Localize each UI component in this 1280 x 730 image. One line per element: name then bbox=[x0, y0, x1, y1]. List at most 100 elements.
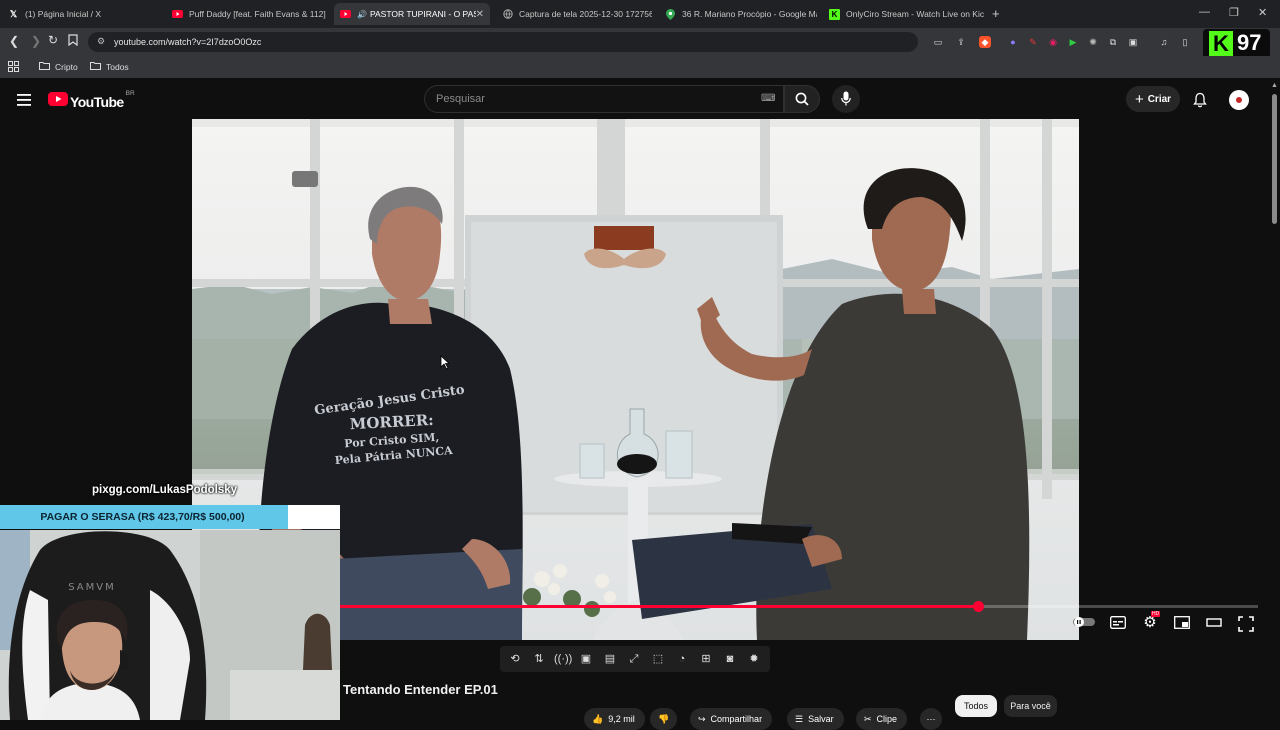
video-progress-bar[interactable] bbox=[340, 601, 1258, 612]
bookmarks-bar: Cripto Todos bbox=[0, 56, 1280, 78]
gear-icon[interactable]: ✹ bbox=[746, 651, 762, 667]
thumbs-up-icon: 👍 bbox=[592, 713, 604, 724]
tab-title: 36 R. Mariano Procópio - Google Ma bbox=[682, 9, 817, 19]
extension-icon-3[interactable]: ◉ bbox=[1047, 36, 1059, 48]
search-box: ⌨ bbox=[424, 85, 784, 113]
camera-icon[interactable]: ◙ bbox=[722, 651, 738, 667]
forward-icon[interactable]: ❯ bbox=[31, 34, 41, 48]
extensions-puzzle-icon[interactable]: ⧉ bbox=[1107, 36, 1119, 48]
brave-shield-icon[interactable]: ◆ bbox=[979, 36, 991, 48]
screen-record-icon[interactable]: ▣ bbox=[578, 651, 594, 667]
tab-title: (1) Página Inicial / X bbox=[25, 9, 102, 19]
scrubber-handle[interactable] bbox=[973, 601, 984, 612]
url-bar[interactable]: ⚙ youtube.com/watch?v=2I7dzoO0Ozc bbox=[88, 32, 918, 52]
theater-mode-icon[interactable] bbox=[1205, 616, 1223, 632]
extension-icon-4[interactable]: ▶ bbox=[1067, 36, 1079, 48]
chair-logo-text: SAMVM bbox=[68, 582, 115, 593]
tab-kick-stream[interactable]: K OnlyCiro Stream - Watch Live on Kick bbox=[829, 3, 984, 25]
search-icon bbox=[795, 92, 809, 111]
minimize-icon[interactable]: — bbox=[1199, 6, 1210, 18]
maps-pin-icon bbox=[665, 8, 676, 20]
kick-logo: K bbox=[1209, 31, 1233, 57]
more-actions-button[interactable]: ⋯ bbox=[920, 708, 942, 730]
youtube-wordmark: YouTube bbox=[70, 93, 124, 110]
new-tab-button[interactable]: + bbox=[992, 6, 1000, 21]
share-button[interactable]: ↪ Compartilhar bbox=[690, 708, 773, 730]
hamburger-menu-icon[interactable] bbox=[17, 93, 31, 111]
loop-icon[interactable]: ⟲ bbox=[507, 651, 523, 667]
youtube-header: YouTube BR ⌨ + Criar bbox=[0, 80, 1268, 120]
save-label: Salvar bbox=[808, 714, 834, 724]
like-button[interactable]: 👍 9,2 mil bbox=[584, 708, 645, 730]
tab-google-maps[interactable]: 36 R. Mariano Procópio - Google Ma bbox=[665, 3, 817, 25]
notifications-bell-icon[interactable] bbox=[1193, 92, 1207, 113]
cast-icon[interactable]: ▭ bbox=[932, 36, 944, 48]
close-window-icon[interactable]: ✕ bbox=[1258, 6, 1267, 19]
sidebar-icon[interactable]: ▯ bbox=[1179, 36, 1191, 48]
tab-puff-daddy[interactable]: Puff Daddy [feat. Faith Evans & 112] bbox=[172, 3, 330, 25]
save-button[interactable]: ☰ Salvar bbox=[787, 708, 844, 730]
plus-icon: + bbox=[1134, 90, 1144, 108]
search-input[interactable] bbox=[434, 92, 738, 106]
audio-wave-icon[interactable]: ((·)) bbox=[554, 651, 572, 667]
bookmark-folder-todos[interactable]: Todos bbox=[90, 61, 129, 72]
add-box-icon[interactable]: ⊞ bbox=[698, 651, 714, 667]
more-icon: ⋯ bbox=[926, 713, 936, 724]
extension-icon-2[interactable]: ✎ bbox=[1027, 36, 1039, 48]
clip-button[interactable]: ✂ Clipe bbox=[856, 708, 908, 730]
autoplay-toggle[interactable] bbox=[1073, 616, 1095, 632]
chip-todos[interactable]: Todos bbox=[955, 695, 997, 717]
donation-url: pixgg.com/LukasPodolsky bbox=[92, 484, 238, 496]
like-count: 9,2 mil bbox=[608, 714, 635, 724]
page-scrollbar[interactable]: ▲ bbox=[1268, 80, 1280, 720]
bookmark-star-icon[interactable] bbox=[68, 34, 78, 49]
site-info-icon[interactable]: ⚙ bbox=[97, 36, 105, 47]
browser-tab-strip: 𝕏 (1) Página Inicial / X Puff Daddy [fea… bbox=[0, 0, 1280, 28]
streamer-webcam: SAMVM bbox=[0, 530, 340, 720]
url-text: youtube.com/watch?v=2I7dzoO0Ozc bbox=[114, 37, 262, 47]
youtube-play-icon bbox=[48, 92, 68, 111]
youtube-icon bbox=[172, 9, 183, 20]
x-logo-icon: 𝕏 bbox=[9, 8, 18, 19]
tab-captura[interactable]: Captura de tela 2025-12-30 172756.p bbox=[502, 3, 652, 25]
fullscreen-icon[interactable] bbox=[1237, 616, 1255, 632]
voice-search-button[interactable] bbox=[832, 85, 860, 113]
share-page-icon[interactable]: ⇪ bbox=[955, 36, 967, 48]
film-icon[interactable]: ▤ bbox=[602, 651, 618, 667]
tab-x[interactable]: 𝕏 (1) Página Inicial / X bbox=[8, 3, 166, 25]
bookmark-folder-cripto[interactable]: Cripto bbox=[39, 61, 78, 72]
bookmark-label: Cripto bbox=[55, 61, 78, 72]
close-tab-icon[interactable]: ✕ bbox=[476, 9, 490, 20]
search-button[interactable] bbox=[784, 85, 820, 113]
video-extension-toolbar: ⟲ ⇅ ((·)) ▣ ▤ ⤢ ⬚ ◔ ⊞ ◙ ✹ bbox=[500, 646, 770, 672]
mouse-cursor-icon bbox=[440, 355, 451, 375]
share-icon: ↪ bbox=[698, 713, 706, 724]
extension-icon-5[interactable]: ✺ bbox=[1087, 36, 1099, 48]
tab-pastor-tupirani[interactable]: 🔊 PASTOR TUPIRANI - O PASTO ✕ bbox=[334, 3, 490, 25]
settings-gear-icon[interactable]: ⚙ HD bbox=[1141, 611, 1161, 632]
keyboard-icon[interactable]: ⌨ bbox=[761, 93, 775, 104]
crop-icon[interactable]: ⬚ bbox=[650, 651, 666, 667]
reload-icon[interactable]: ↻ bbox=[48, 33, 58, 47]
avatar[interactable] bbox=[1229, 90, 1249, 110]
subtitles-icon[interactable] bbox=[1109, 616, 1127, 632]
restore-icon[interactable]: ❐ bbox=[1229, 6, 1239, 19]
progress-played bbox=[340, 605, 978, 608]
dislike-button[interactable]: 👎 bbox=[650, 708, 678, 730]
apps-grid-icon[interactable] bbox=[8, 61, 19, 72]
donation-goal-bar: PAGAR O SERASA (R$ 423,70/R$ 500,00) bbox=[0, 505, 340, 529]
miniplayer-icon[interactable] bbox=[1173, 616, 1191, 632]
extension-icon-1[interactable]: ● bbox=[1007, 36, 1019, 48]
speed-icon[interactable]: ◔ bbox=[674, 651, 690, 667]
tab-title: Puff Daddy [feat. Faith Evans & 112] bbox=[189, 9, 326, 19]
create-button[interactable]: + Criar bbox=[1126, 86, 1180, 112]
youtube-icon bbox=[340, 9, 351, 20]
chip-para-voce[interactable]: Para você bbox=[1004, 695, 1057, 717]
sort-arrows-icon[interactable]: ⇅ bbox=[531, 651, 547, 667]
back-icon[interactable]: ❮ bbox=[9, 34, 19, 48]
youtube-logo[interactable]: YouTube BR bbox=[48, 90, 135, 111]
scrollbar-thumb[interactable] bbox=[1272, 94, 1277, 224]
resize-icon[interactable]: ⤢ bbox=[626, 651, 642, 667]
media-control-icon[interactable]: ♫ bbox=[1158, 36, 1170, 48]
screenshot-icon[interactable]: ▣ bbox=[1127, 36, 1139, 48]
